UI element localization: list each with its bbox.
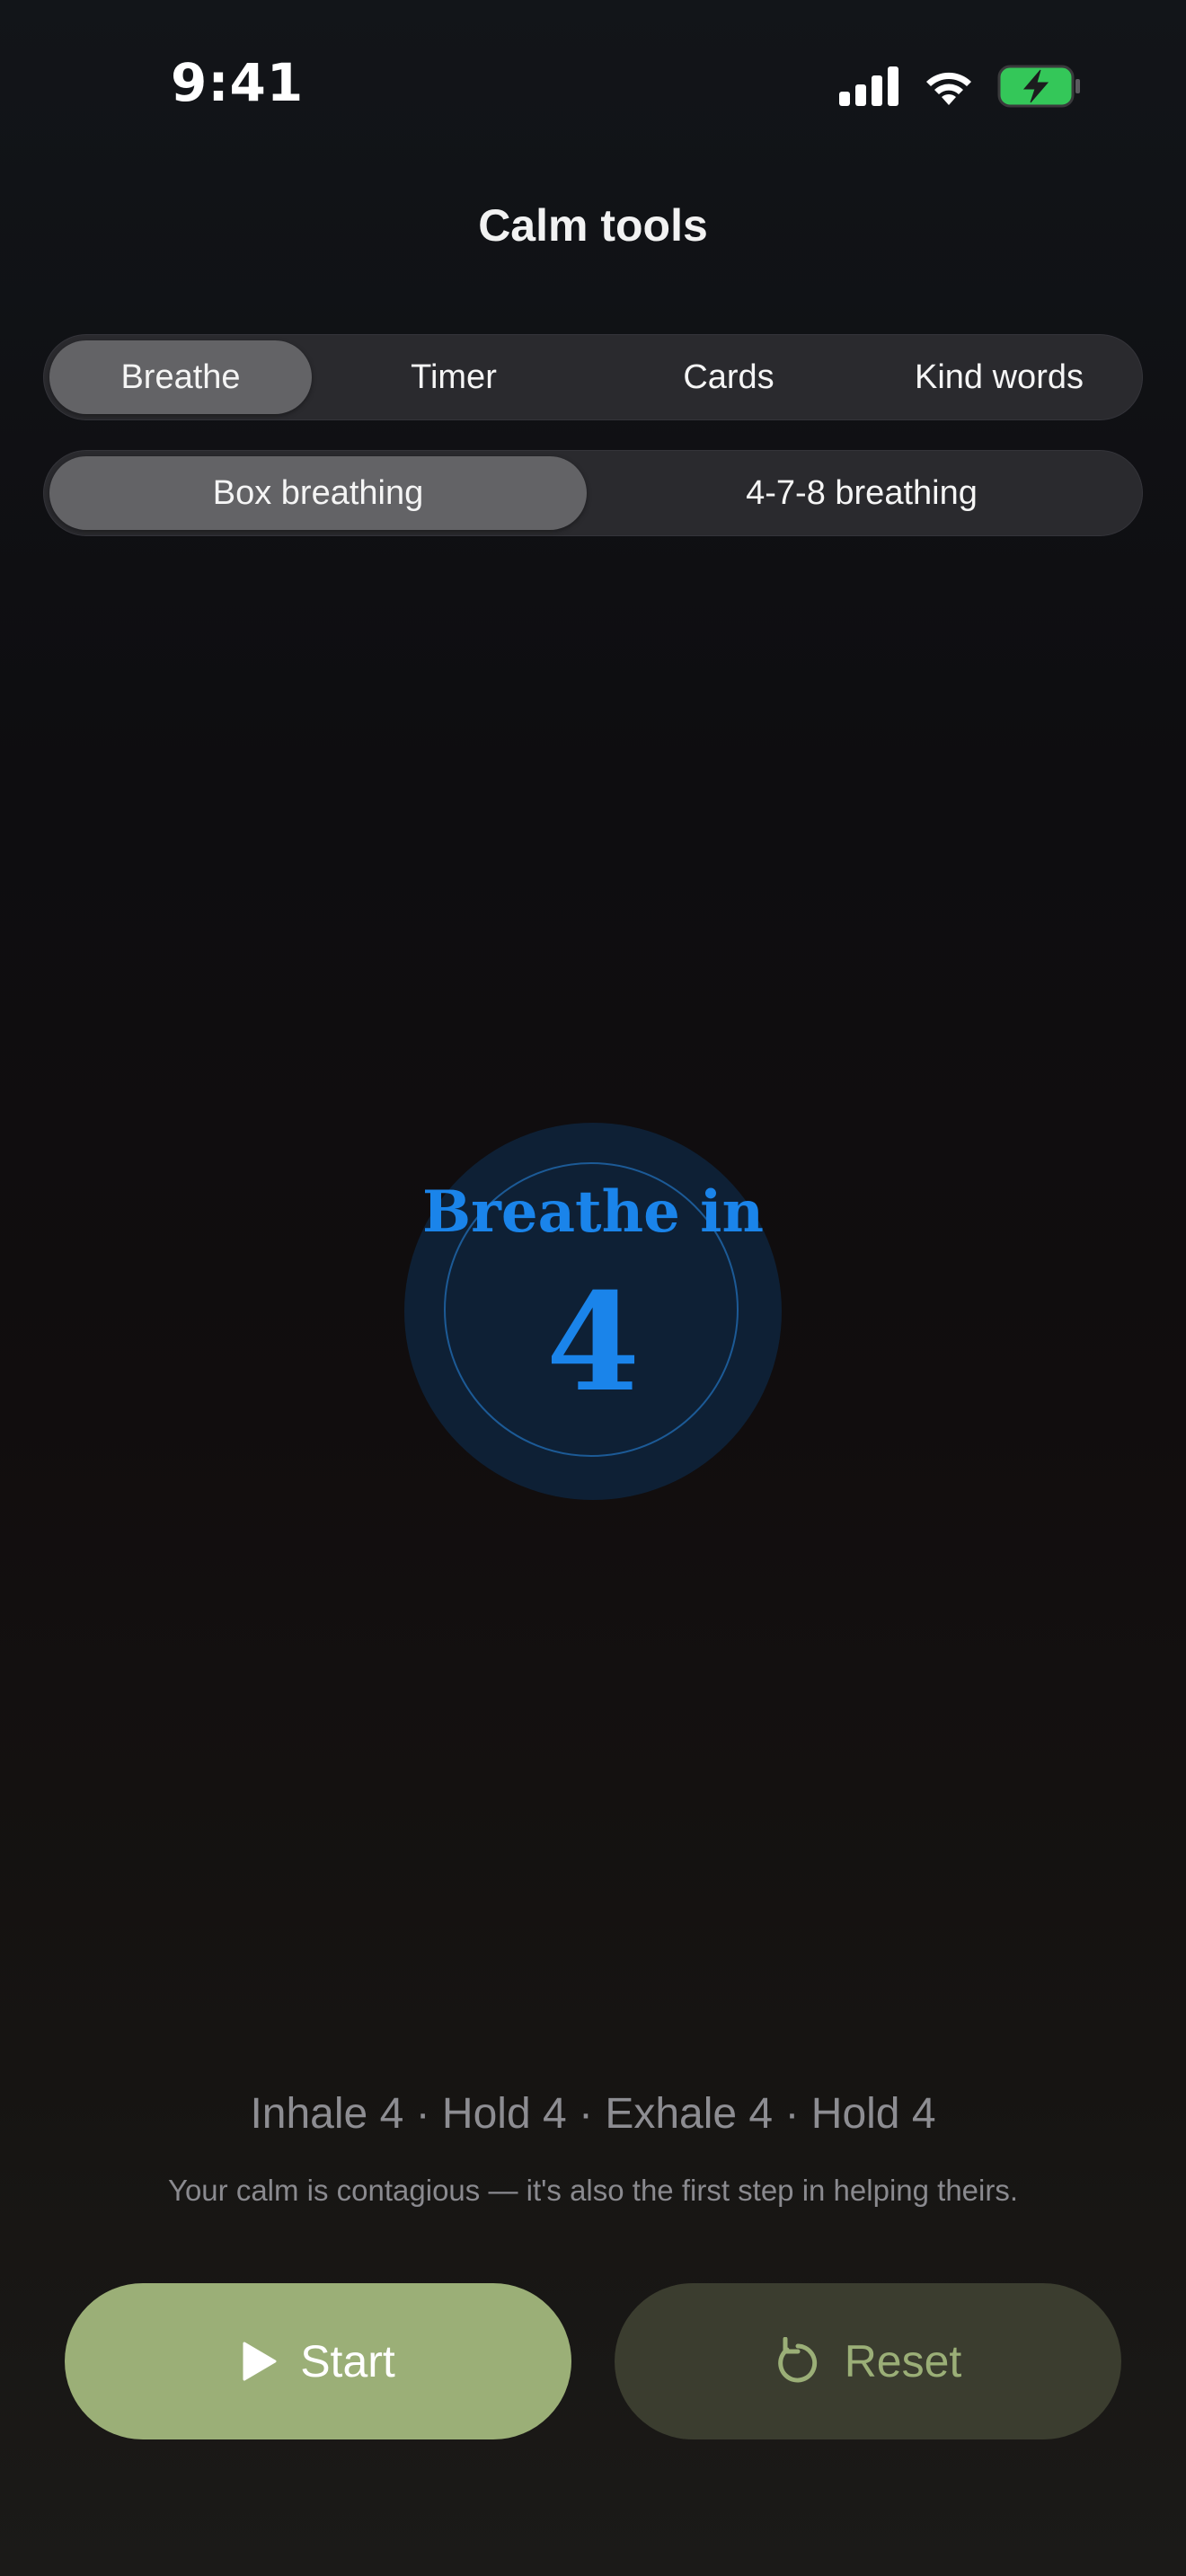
tab-timer[interactable]: Timer [312,340,596,414]
tab-breathe[interactable]: Breathe [49,340,312,414]
start-button[interactable]: Start [65,2283,571,2439]
encouragement-caption: Your calm is contagious — it's also the … [167,2174,1019,2207]
page-title: Calm tools [478,200,708,251]
breath-countdown: 4 [545,1264,641,1422]
tab-cards[interactable]: Cards [596,340,862,414]
breath-phase-label: Breathe in [422,1178,764,1246]
tab-kind-words[interactable]: Kind words [862,340,1137,414]
tools-tab-bar: Breathe Timer Cards Kind words [43,334,1143,420]
status-time: 9:41 [171,52,305,113]
status-bar: 9:41 [0,0,1186,171]
reset-button-label: Reset [844,2336,962,2386]
mode-box-breathing[interactable]: Box breathing [49,456,587,530]
reset-button[interactable]: Reset [615,2283,1121,2439]
breathing-pattern: Inhale 4 · Hold 4 · Exhale 4 · Hold 4 [250,2090,936,2138]
play-icon [241,2342,277,2381]
wifi-icon [922,66,976,111]
reset-icon [774,2337,821,2386]
status-icons [839,63,1082,113]
breathing-mode-selector: Box breathing 4-7-8 breathing [43,450,1143,536]
mode-478-breathing[interactable]: 4-7-8 breathing [587,456,1137,530]
battery-charging-icon [997,65,1082,112]
start-button-label: Start [300,2336,395,2386]
cellular-signal-icon [839,66,900,110]
